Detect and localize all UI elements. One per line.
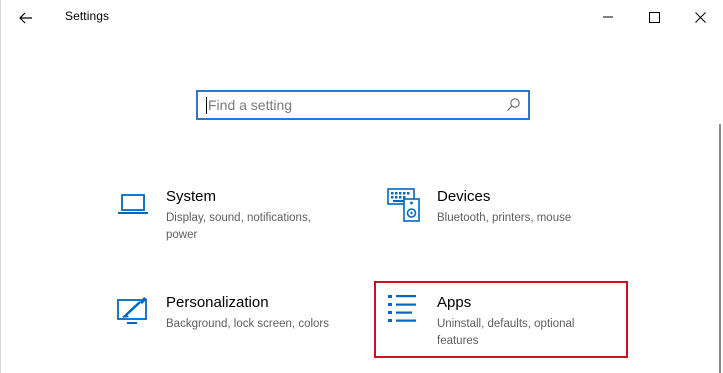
category-description: Bluetooth, printers, mouse	[437, 212, 572, 224]
settings-window: Settings System	[0, 0, 723, 373]
category-description: Background, lock screen, colors	[166, 318, 329, 330]
category-title: Devices	[437, 188, 491, 205]
close-button[interactable]	[677, 0, 723, 34]
category-title: Personalization	[166, 294, 269, 311]
search-input[interactable]	[208, 95, 498, 115]
close-icon	[694, 11, 706, 23]
search-box[interactable]	[196, 90, 530, 120]
minimize-icon	[603, 16, 613, 18]
title-bar: Settings	[1, 0, 723, 36]
category-description: Display, sound, notifications, power	[166, 212, 311, 241]
scrollbar[interactable]	[719, 124, 721, 373]
category-title: System	[166, 188, 217, 205]
category-personalization[interactable]: Personalization Background, lock screen,…	[116, 294, 346, 354]
window-title: Settings	[65, 9, 110, 23]
keyboard-speaker-icon	[387, 188, 420, 222]
category-devices[interactable]: Devices Bluetooth, printers, mouse	[387, 188, 617, 248]
laptop-icon	[118, 194, 148, 214]
apps-highlight-box	[374, 281, 628, 358]
back-arrow-icon	[19, 12, 32, 24]
paint-monitor-icon	[117, 297, 147, 324]
minimize-button[interactable]	[585, 0, 631, 34]
search-icon[interactable]	[505, 97, 521, 113]
category-system[interactable]: System Display, sound, notifications, po…	[116, 188, 346, 248]
back-button[interactable]	[11, 4, 41, 32]
maximize-icon	[648, 11, 660, 23]
maximize-button[interactable]	[631, 0, 677, 34]
text-caret	[206, 97, 207, 114]
